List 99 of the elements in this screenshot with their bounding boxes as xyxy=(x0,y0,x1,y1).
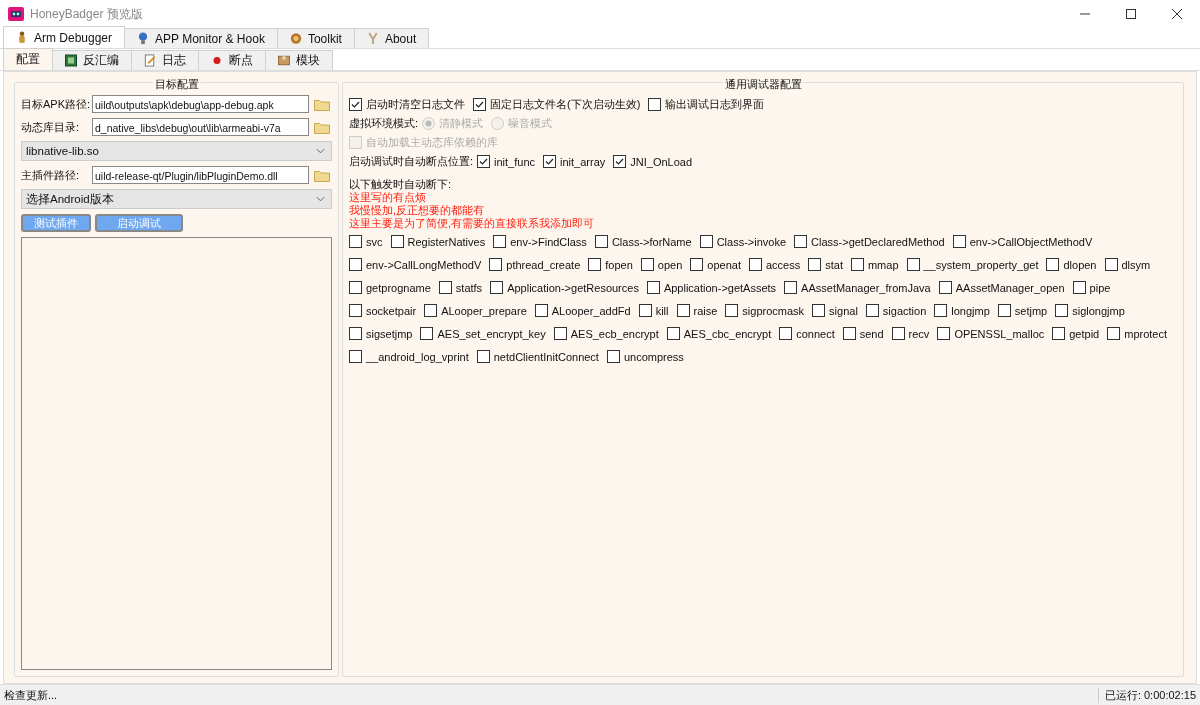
field-label: 主插件路径: xyxy=(21,167,81,183)
hook-checkbox[interactable]: env->FindClass xyxy=(493,235,587,248)
window-title: HoneyBadger 预览版 xyxy=(30,5,143,23)
library-dropdown[interactable]: libnative-lib.so xyxy=(21,141,332,161)
note-text: 这里写的有点烦 xyxy=(349,191,427,204)
hook-checkbox[interactable]: sigsetjmp xyxy=(349,327,413,340)
hook-checkbox[interactable]: sigprocmask xyxy=(725,304,805,317)
globe-icon xyxy=(137,32,150,45)
hook-checkbox[interactable]: openat xyxy=(690,258,741,271)
option-checkbox[interactable]: 固定日志文件名(下次启动生效) xyxy=(473,97,641,112)
hook-checkbox[interactable]: Application->getAssets xyxy=(646,281,777,294)
hook-checkbox[interactable]: stat xyxy=(808,258,843,271)
folder-icon[interactable] xyxy=(314,97,330,111)
hook-checkbox[interactable]: pthread_create xyxy=(489,258,581,271)
hook-checkbox[interactable]: env->CallObjectMethodV xyxy=(952,235,1093,248)
hook-checkbox[interactable]: open xyxy=(640,258,683,271)
breakpoint-checkbox[interactable]: init_func xyxy=(477,155,536,168)
group-title: 通用调试器配置 xyxy=(722,77,804,92)
hook-checkbox[interactable]: longjmp xyxy=(934,304,990,317)
hook-checkbox[interactable]: ALooper_prepare xyxy=(424,304,527,317)
group-title: 目标配置 xyxy=(152,77,201,92)
note-text: 我慢慢加,反正想要的都能有 xyxy=(349,204,486,217)
hook-checkbox[interactable]: AES_set_encrypt_key xyxy=(420,327,546,340)
main-tab[interactable]: Arm Debugger xyxy=(3,26,126,48)
hook-checkbox[interactable]: env->CallLongMethodV xyxy=(349,258,482,271)
note-text: 这里主要是为了简便,有需要的直接联系我添加即可 xyxy=(349,217,596,230)
hook-checkbox[interactable]: ALooper_addFd xyxy=(534,304,631,317)
main-tab[interactable]: About xyxy=(353,28,430,48)
status-message: 检查更新... xyxy=(4,687,58,703)
path-field[interactable]: uild-release-qt/Plugin/libPluginDemo.dll xyxy=(92,166,309,184)
hook-checkbox[interactable]: setjmp xyxy=(997,304,1048,317)
hook-checkbox[interactable]: send xyxy=(842,327,884,340)
caret-icon xyxy=(316,148,325,154)
hook-checkbox[interactable]: connect xyxy=(779,327,835,340)
sub-tab[interactable]: 日志 xyxy=(131,50,199,70)
hook-checkbox[interactable]: mmap xyxy=(850,258,899,271)
hook-checkbox[interactable]: AES_cbc_encrypt xyxy=(666,327,772,340)
breakpoint-checkbox[interactable]: JNI_OnLoad xyxy=(613,155,693,168)
hook-checkbox[interactable]: dlopen xyxy=(1046,258,1097,271)
hook-checkbox[interactable]: Class->invoke xyxy=(699,235,787,248)
sub-tab[interactable]: 反汇编 xyxy=(52,50,132,70)
caret-icon xyxy=(316,196,325,202)
hook-checkbox[interactable]: fopen xyxy=(588,258,633,271)
hook-checkbox[interactable]: netdClientInitConnect xyxy=(476,350,599,363)
hook-checkbox[interactable]: AES_ecb_encrypt xyxy=(553,327,659,340)
path-field[interactable]: d_native_libs\debug\out\lib\armeabi-v7a xyxy=(92,118,309,136)
hook-checkbox[interactable]: OPENSSL_malloc xyxy=(937,327,1045,340)
hook-checkbox[interactable]: Class->forName xyxy=(594,235,692,248)
folder-icon[interactable] xyxy=(314,168,330,182)
hook-checkbox[interactable]: RegisterNatives xyxy=(390,235,486,248)
hook-checkbox[interactable]: statfs xyxy=(438,281,483,294)
sub-tab[interactable]: 模块 xyxy=(265,50,333,70)
sub-tab[interactable]: 配置 xyxy=(3,48,53,70)
hook-checkbox[interactable]: signal xyxy=(812,304,858,317)
figure-icon xyxy=(16,31,28,44)
folder-icon[interactable] xyxy=(314,120,330,134)
hook-checkbox[interactable]: dlsym xyxy=(1104,258,1151,271)
hook-checkbox[interactable]: kill xyxy=(638,304,669,317)
hook-checkbox[interactable]: uncompress xyxy=(606,350,684,363)
main-tab[interactable]: APP Monitor & Hook xyxy=(124,28,278,48)
hook-checkbox[interactable]: siglongjmp xyxy=(1055,304,1125,317)
maximize-icon[interactable] xyxy=(1126,9,1136,19)
hook-checkbox[interactable]: AAssetManager_fromJava xyxy=(784,281,931,294)
dot-icon xyxy=(211,54,223,67)
option-checkbox[interactable]: 启动时清空日志文件 xyxy=(349,97,465,112)
hook-checkbox[interactable]: socketpair xyxy=(349,304,417,317)
breakpoint-label: 启动调试时自动断点位置: xyxy=(349,154,474,169)
runtime-text: 已运行: 0:00:02:15 xyxy=(1097,687,1196,703)
hook-checkbox[interactable]: pipe xyxy=(1072,281,1111,294)
hook-checkbox[interactable]: AAssetManager_open xyxy=(938,281,1065,294)
hook-checkbox[interactable]: Application->getResources xyxy=(490,281,639,294)
path-field[interactable]: uild\outputs\apk\debug\app-debug.apk xyxy=(92,95,309,113)
hook-checkbox[interactable]: getprogname xyxy=(349,281,431,294)
option-checkbox[interactable]: 输出调试日志到界面 xyxy=(648,97,765,112)
field-label: 动态库目录: xyxy=(21,119,81,135)
breakpoint-checkbox[interactable]: init_array xyxy=(543,155,606,168)
trigger-label: 以下触发时自动断下: xyxy=(349,177,453,191)
main-tab[interactable]: Toolkit xyxy=(276,28,355,48)
hook-checkbox[interactable]: getpid xyxy=(1052,327,1100,340)
ribbon-icon xyxy=(366,32,379,45)
document-icon xyxy=(144,54,156,67)
android-version-dropdown[interactable]: 选择Android版本 xyxy=(21,189,332,209)
hook-checkbox[interactable]: recv xyxy=(891,327,930,340)
sub-tab[interactable]: 断点 xyxy=(198,50,266,70)
hook-checkbox[interactable]: access xyxy=(748,258,801,271)
field-label: 目标APK路径: xyxy=(21,96,89,112)
close-icon[interactable] xyxy=(1172,9,1182,19)
ring-icon xyxy=(289,32,302,45)
hook-checkbox[interactable]: __system_property_get xyxy=(906,258,1039,271)
hook-checkbox[interactable]: Class->getDeclaredMethod xyxy=(794,235,945,248)
env-mode-label: 虚拟环境模式: xyxy=(349,116,419,131)
hook-checkbox[interactable]: sigaction xyxy=(865,304,927,317)
hook-checkbox[interactable]: svc xyxy=(349,235,383,248)
box-icon xyxy=(278,54,290,67)
hook-checkbox[interactable]: __android_log_vprint xyxy=(349,350,469,363)
chip-icon xyxy=(65,54,77,67)
app-logo-icon xyxy=(8,6,24,22)
hook-checkbox[interactable]: mprotect xyxy=(1107,327,1168,340)
hook-checkbox[interactable]: raise xyxy=(676,304,718,317)
